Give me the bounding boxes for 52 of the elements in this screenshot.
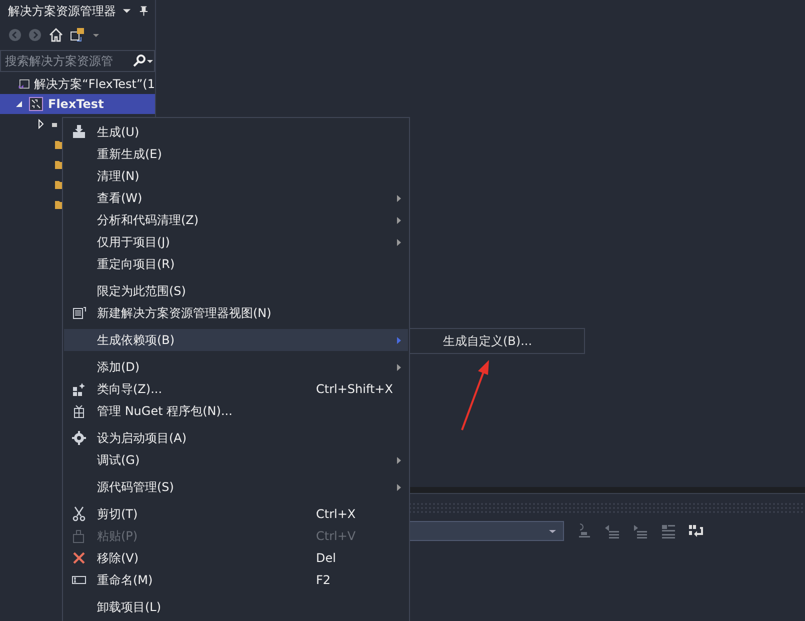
tree-row[interactable]: FlexTest [0, 94, 155, 114]
caret-icon [92, 31, 100, 39]
menu-item[interactable]: 生成自定义(B)... [410, 332, 584, 350]
menu-item[interactable]: 类向导(Z)... Ctrl+Shift+X [64, 378, 408, 400]
tree-label: FlexTest [48, 97, 104, 111]
sync-icon [70, 27, 86, 43]
next-message-icon [632, 523, 648, 539]
menu-item[interactable]: 剪切(T) Ctrl+X [64, 503, 408, 525]
clear-all-icon [660, 523, 676, 539]
forward-icon [28, 28, 42, 42]
clipboard-icon [71, 528, 87, 544]
package-icon [71, 403, 87, 419]
expanded-icon [14, 99, 24, 109]
previous-message-icon [604, 523, 620, 539]
back-icon [8, 28, 22, 42]
panel-title: 解决方案资源管理器 [8, 2, 116, 20]
menu-item[interactable]: 设为启动项目(A) [64, 427, 408, 449]
scissors-icon [71, 506, 87, 522]
window-icon [71, 305, 87, 321]
menu-item[interactable]: 限定为此范围(S) [64, 280, 408, 302]
tree-label: 解决方案“FlexTest”(1 [34, 76, 155, 92]
menu-item[interactable]: 重新生成(E) [64, 143, 408, 165]
find-message-icon [576, 523, 592, 539]
word-wrap-icon [688, 523, 704, 539]
menu-item[interactable]: 生成依赖项(B) [64, 329, 408, 351]
search-field[interactable]: 搜索解决方案资源管 [0, 50, 155, 72]
menu-item[interactable]: 重定向项目(R) [64, 253, 408, 275]
menu-item[interactable]: 仅用于项目(J) [64, 231, 408, 253]
home-icon [48, 27, 64, 43]
caret-icon [146, 57, 154, 65]
menu-item[interactable]: 管理 NuGet 程序包(N)... [64, 400, 408, 422]
collapsed-icon [36, 119, 46, 129]
menu-item[interactable]: 调试(G) [64, 449, 408, 471]
menu-item[interactable]: 查看(W) [64, 187, 408, 209]
search-icon [132, 54, 146, 68]
menu-item[interactable]: 重命名(M) F2 [64, 569, 408, 591]
menu-item[interactable]: 生成(U) [64, 121, 408, 143]
gear-icon [71, 430, 87, 446]
pin-icon [138, 5, 149, 17]
menu-item[interactable]: 清理(N) [64, 165, 408, 187]
menu-item[interactable]: 分析和代码清理(Z) [64, 209, 408, 231]
class-wizard-icon [71, 381, 87, 397]
close-icon [71, 550, 87, 566]
project-icon [28, 96, 44, 112]
caret-icon [122, 6, 132, 16]
menu-item[interactable]: 添加(D) [64, 356, 408, 378]
menu-item[interactable]: 卸载项目(L) [64, 596, 408, 618]
menu-item[interactable]: 新建解决方案资源管理器视图(N) [64, 302, 408, 324]
build-icon [71, 124, 87, 140]
tree-row[interactable]: 解决方案“FlexTest”(1 [0, 74, 155, 94]
menu-item[interactable]: 源代码管理(S) [64, 476, 408, 498]
menu-item[interactable]: 移除(V) Del [64, 547, 408, 569]
